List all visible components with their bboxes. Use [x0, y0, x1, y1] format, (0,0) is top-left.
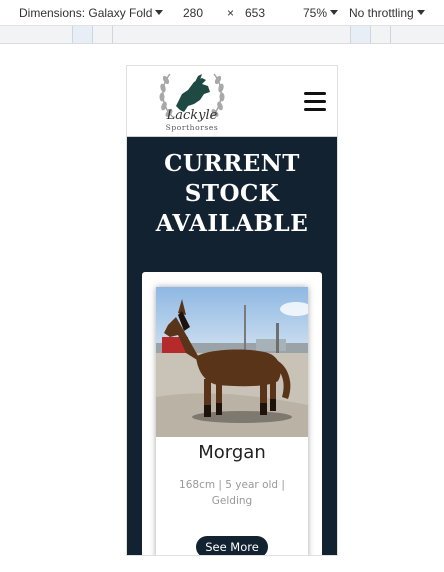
dimension-separator: × [227, 6, 235, 20]
ruler-divider [350, 26, 351, 43]
zoom-label: 75% [303, 6, 328, 20]
page-title-line: CURRENT [164, 150, 300, 177]
svg-text:Sporthorses: Sporthorses [166, 123, 219, 132]
horse-card[interactable]: Morgan 168cm | 5 year old | Gelding See … [156, 287, 308, 555]
zoom-dropdown[interactable]: 75% [303, 6, 339, 20]
height-input[interactable]: 653 [245, 6, 265, 20]
media-query-bar [0, 26, 444, 44]
hamburger-icon[interactable] [304, 92, 326, 112]
horse-details-line: Gelding [211, 495, 253, 507]
site-header: Lackyle Sporthorses [127, 66, 337, 137]
ruler-divider [112, 26, 113, 43]
ruler-divider [92, 26, 93, 43]
emulated-device-screen: Lackyle Sporthorses CURRENT STOCK AVAILA… [126, 65, 338, 556]
horse-name: Morgan [198, 442, 266, 463]
ruler-divider [72, 26, 73, 43]
site-logo[interactable]: Lackyle Sporthorses [152, 66, 232, 134]
chevron-down-icon [155, 10, 164, 15]
horse-photo [156, 287, 308, 437]
page-title-line: STOCK [184, 180, 280, 207]
stock-panel: Morgan 168cm | 5 year old | Gelding See … [142, 272, 322, 555]
device-viewport: Lackyle Sporthorses CURRENT STOCK AVAILA… [0, 44, 444, 572]
chevron-down-icon [330, 10, 339, 15]
dimensions-dropdown[interactable]: Dimensions: Galaxy Fold [19, 6, 164, 20]
ruler-divider [370, 26, 371, 43]
ruler-divider [390, 26, 391, 43]
media-query-segment[interactable] [350, 26, 370, 43]
throttling-label: No throttling [349, 6, 414, 20]
svg-text:Lackyle: Lackyle [166, 108, 218, 123]
chevron-down-icon [416, 10, 425, 15]
page-title: CURRENT STOCK AVAILABLE [127, 149, 337, 239]
throttling-dropdown[interactable]: No throttling [349, 6, 425, 20]
laurel-horse-logo-icon: Lackyle Sporthorses [159, 73, 225, 132]
media-query-segment[interactable] [72, 26, 92, 43]
horse-details-line: 168cm | 5 year old | [179, 479, 285, 491]
horse-details: 168cm | 5 year old | Gelding [166, 477, 298, 509]
page-title-line: AVAILABLE [155, 210, 309, 237]
see-more-button[interactable]: See More [196, 536, 268, 555]
dimensions-label: Dimensions: Galaxy Fold [19, 6, 153, 20]
width-input[interactable]: 280 [183, 6, 203, 20]
devtools-device-toolbar: Dimensions: Galaxy Fold 280 × 653 75% No… [0, 0, 444, 26]
